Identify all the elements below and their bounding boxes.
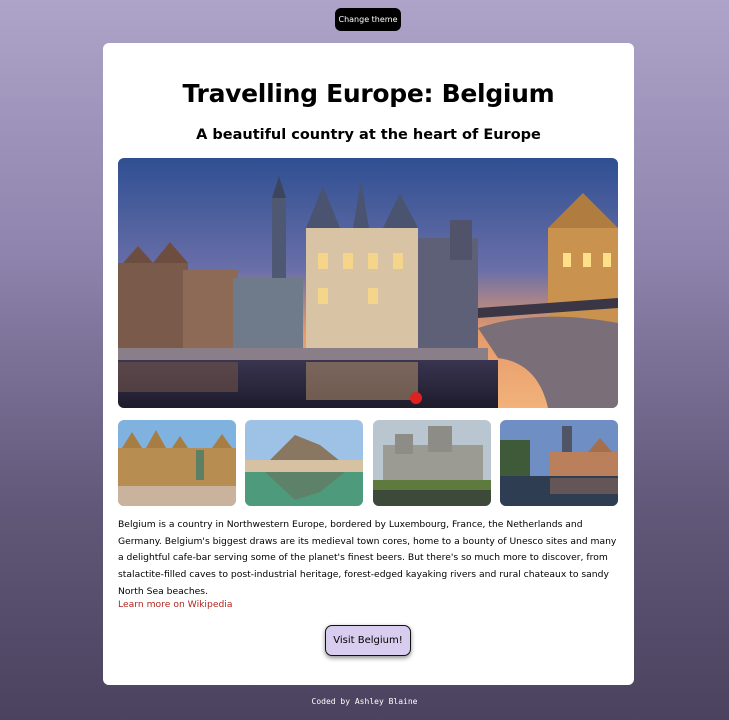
- description-text: Belgium is a country in Northwestern Eur…: [118, 519, 617, 597]
- page-title: Travelling Europe: Belgium: [182, 79, 555, 108]
- gallery-image-2: [245, 420, 363, 506]
- footer-credit: Coded by Ashley Blaine: [311, 697, 418, 706]
- content-card: Travelling Europe: Belgium A beautiful c…: [103, 43, 634, 685]
- page-subtitle: A beautiful country at the heart of Euro…: [196, 127, 541, 143]
- gallery-image-3: [373, 420, 491, 506]
- wikipedia-link[interactable]: Learn more on Wikipedia: [118, 599, 233, 610]
- visit-belgium-button[interactable]: Visit Belgium!: [325, 625, 411, 656]
- change-theme-button[interactable]: Change theme: [335, 8, 401, 31]
- hero-image: [118, 158, 618, 408]
- gallery-image-4: [500, 420, 618, 506]
- gallery-image-1: [118, 420, 236, 506]
